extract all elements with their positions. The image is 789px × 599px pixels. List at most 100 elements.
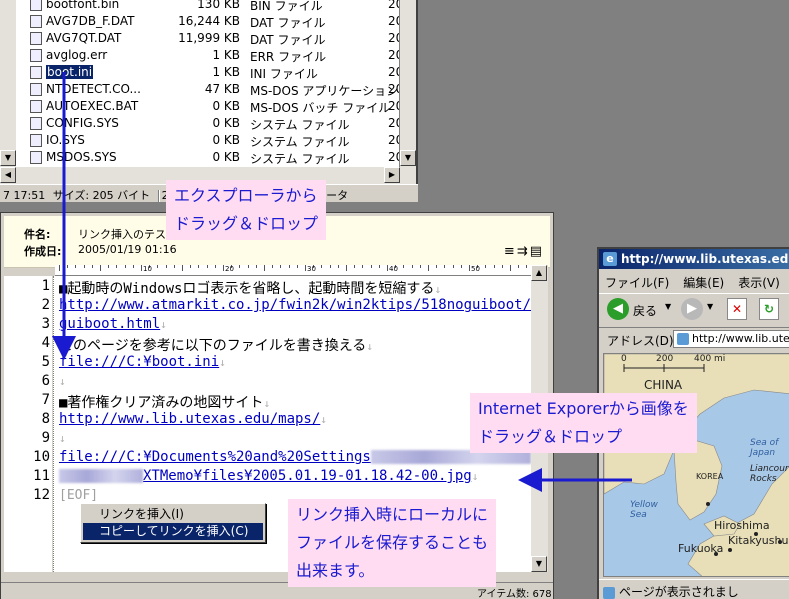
scroll-down-button[interactable]: ▼ (400, 150, 416, 166)
ruler-tick (239, 265, 241, 268)
file-row[interactable]: avglog.err 1 KB ERR ファイル 20 (16, 47, 399, 64)
ruler-tick (132, 265, 134, 268)
scroll-down-button[interactable]: ▼ (531, 556, 547, 572)
link-local-image-cont[interactable]: XTMemo¥files¥2005.01.19-01.18.42-00.jpg (143, 468, 472, 484)
file-size: 130 KB (197, 0, 240, 11)
stop-icon[interactable]: ✕ (727, 298, 747, 320)
map-image[interactable]: 0 200 400 mi CHINA Sea of Japan Liancour… (603, 353, 789, 577)
file-row-selected[interactable]: boot.ini 1 KB INI ファイル 20 (16, 64, 399, 81)
menu-view[interactable]: 表示(V) (738, 276, 780, 290)
file-type: ERR ファイル (250, 50, 327, 64)
ruler-tick (214, 265, 216, 268)
file-row[interactable]: AVG7QT.DAT 11,999 KB DAT ファイル 20 (16, 30, 399, 47)
file-icon (30, 83, 42, 96)
ruler-tick (387, 265, 388, 271)
align-icon[interactable]: ≡ (504, 244, 517, 259)
line-number-gutter: 1 2 3 4 5 6 7 8 9 10 11 12 (4, 276, 52, 572)
file-name: bootfont.bin (46, 0, 120, 11)
link-utexas-maps[interactable]: http://www.lib.utexas.edu/maps/ (59, 411, 320, 427)
file-row[interactable]: AUTOEXEC.BAT 0 KB MS-DOS バッチ ファイル20 (16, 98, 399, 115)
file-name: boot.ini (44, 64, 95, 80)
explorer-left-scrollbar[interactable]: ▼ (0, 0, 16, 167)
menu-item-copy-insert-link[interactable]: コピーしてリンクを挿入(C) (83, 523, 263, 540)
ruler-tick (91, 265, 93, 268)
ie-address-bar: アドレス(D) http://www.lib.ute (599, 327, 789, 349)
line-number: 5 (41, 354, 50, 370)
ruler-tick (67, 265, 69, 268)
file-name: AVG7DB_F.DAT (46, 14, 135, 28)
file-icon (30, 100, 42, 113)
text-line-9: ↓ (59, 432, 66, 445)
text-line-8: http://www.lib.utexas.edu/maps/↓ (59, 411, 327, 427)
ie-toolbar: ◀ 戻る ▼ ▶ ▼ ✕ ↻ (599, 293, 789, 323)
refresh-icon[interactable]: ↻ (759, 298, 779, 320)
callout-local-save: リンク挿入時にローカルに ファイルを保存することも 出来ます。 (288, 499, 497, 587)
menu-edit[interactable]: 編集(E) (683, 276, 724, 290)
forward-dropdown-icon[interactable]: ▼ (707, 302, 713, 311)
file-row[interactable]: NTDETECT.CO... 47 KB MS-DOS アプリケーション20 (16, 81, 399, 98)
link-atmarkit[interactable]: http://www.atmarkit.co.jp/fwin2k/win2kti… (59, 297, 531, 313)
ruler-tick (305, 265, 306, 271)
file-type: MS-DOS アプリケーション (250, 84, 399, 98)
file-date: 20 (388, 82, 399, 96)
subject-value[interactable]: リンク挿入のテスト (78, 226, 177, 242)
map-label-korea: KOREA (696, 472, 724, 481)
menu-item-insert-link[interactable]: リンクを挿入(I) (83, 506, 263, 523)
ruler: 10 20 30 40 50 (55, 265, 536, 276)
back-dropdown-icon[interactable]: ▼ (665, 302, 671, 311)
address-input[interactable]: http://www.lib.ute (673, 330, 789, 348)
ruler-tick (157, 265, 159, 268)
text-line-5: file:///C:¥boot.ini↓ (59, 354, 226, 370)
text-line-4: このページを参考に以下のファイルを書き換える↓ (59, 338, 373, 354)
line-number: 1 (41, 278, 50, 294)
window-icon[interactable]: ▤ (530, 244, 544, 259)
scroll-right-button[interactable]: ▶ (384, 167, 400, 183)
file-size: 16,244 KB (178, 14, 240, 28)
scroll-down-button[interactable]: ▼ (0, 150, 16, 166)
line-number: 6 (41, 373, 50, 389)
file-type: DAT ファイル (250, 16, 326, 30)
link-atmarkit-cont[interactable]: guiboot.html (59, 316, 160, 332)
map-label-hiroshima: Hiroshima (714, 519, 770, 532)
file-date: 20 (388, 116, 399, 130)
explorer-vertical-scrollbar[interactable]: ▼ (400, 0, 416, 167)
file-size: 1 KB (212, 48, 240, 62)
text-line-12: [EOF] (59, 487, 98, 503)
file-date: 20 (388, 65, 399, 79)
ruler-tick (173, 265, 175, 268)
back-arrow-icon[interactable]: ◀ (607, 298, 629, 320)
back-label[interactable]: 戻る (633, 302, 657, 319)
ruler-tick (75, 265, 77, 268)
wrap-icon[interactable]: ⇉ (517, 244, 530, 259)
forward-arrow-icon[interactable]: ▶ (681, 298, 703, 320)
file-icon (30, 32, 42, 45)
file-row[interactable]: IO.SYS 0 KB システム ファイル 20 (16, 132, 399, 149)
map-label-kitakyushu: Kitakyushu (728, 534, 789, 547)
ruler-tick (100, 265, 101, 271)
ruler-mark: 10 (143, 265, 152, 273)
file-row[interactable]: CONFIG.SYS 0 KB システム ファイル 20 (16, 115, 399, 132)
file-row[interactable]: bootfont.bin 130 KB BIN ファイル 20 (16, 0, 399, 13)
callout-explorer-drag: エクスプローラから ドラッグ＆ドロップ (166, 180, 327, 240)
ruler-tick (337, 265, 339, 268)
scroll-up-button[interactable]: ▲ (531, 265, 547, 281)
scroll-left-button[interactable]: ◀ (0, 167, 16, 183)
status-time: 7 17:51 (3, 189, 46, 202)
file-row[interactable]: MSDOS.SYS 0 KB システム ファイル 20 (16, 149, 399, 166)
address-label: アドレス(D) (607, 334, 674, 348)
file-icon (30, 117, 42, 130)
ruler-tick (247, 265, 249, 268)
text-line-7: ■著作権クリア済みの地図サイト↓ (59, 395, 271, 411)
file-name: AUTOEXEC.BAT (46, 99, 139, 113)
link-boot-ini[interactable]: file:///C:¥boot.ini (59, 354, 219, 370)
text-line-6: ↓ (59, 375, 66, 388)
line-number: 12 (33, 487, 50, 503)
ie-title-bar[interactable]: e http://www.lib.utexas.edu/ (599, 249, 789, 269)
file-type: システム ファイル (250, 118, 350, 132)
ruler-tick (165, 265, 167, 268)
link-local-image[interactable]: file:///C:¥Documents%20and%20Settings (59, 449, 371, 465)
created-label: 作成日: (24, 245, 62, 258)
file-row[interactable]: AVG7DB_F.DAT 16,244 KB DAT ファイル 20 (16, 13, 399, 30)
menu-file[interactable]: ファイル(F) (605, 276, 669, 290)
eof-marker: [EOF] (59, 488, 99, 503)
